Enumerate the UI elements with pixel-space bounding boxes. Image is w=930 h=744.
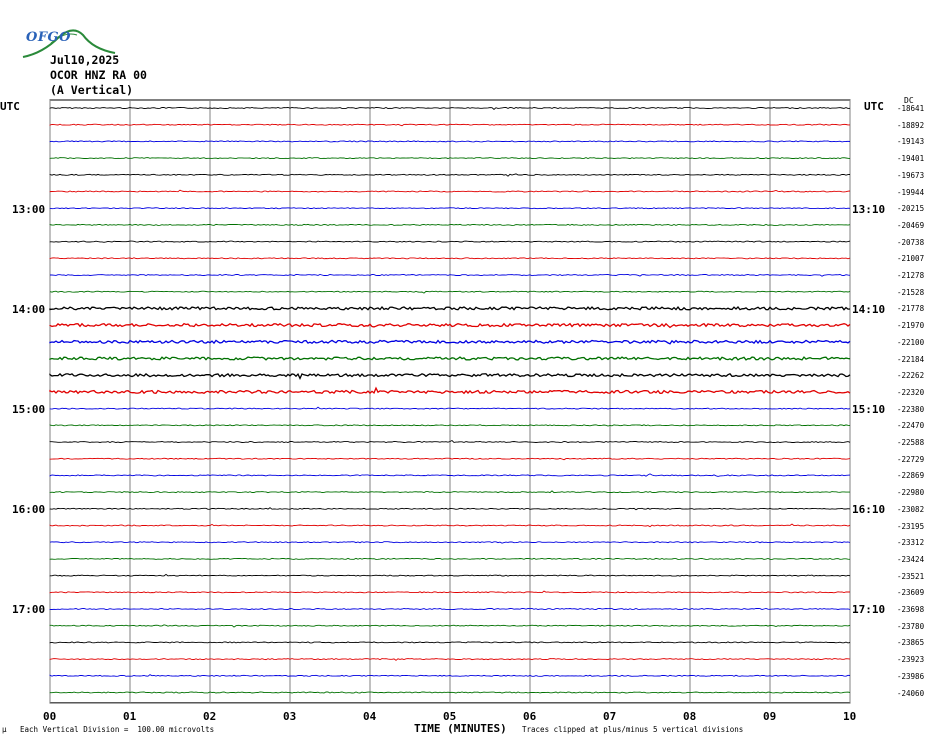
grid <box>49 99 851 704</box>
dc-value-label: -22980 <box>897 488 925 498</box>
microvolt-mark: μ <box>2 725 7 734</box>
dc-value-label: -18892 <box>897 120 925 130</box>
dc-value-label: -21278 <box>897 271 925 280</box>
dc-value-label: -23780 <box>897 621 925 631</box>
trace-line <box>49 691 851 694</box>
x-tick-label: 00 <box>43 710 57 723</box>
x-tick-label: 01 <box>123 710 137 723</box>
dc-value-label: -22869 <box>897 471 925 481</box>
dc-value-label: -22380 <box>897 404 925 414</box>
dc-value-label: -22100 <box>897 337 925 347</box>
dc-value-label: -23424 <box>897 554 925 564</box>
dc-value-label: -23865 <box>897 638 925 648</box>
dc-value-label: -22729 <box>897 454 925 464</box>
x-tick-label: 07 <box>603 710 617 723</box>
dc-value-label: -23986 <box>897 671 925 681</box>
x-tick-label: 08 <box>683 710 697 723</box>
dc-value-label: -23195 <box>897 521 925 531</box>
dc-value-label: -18641 <box>897 104 925 113</box>
dc-value-label: -24060 <box>897 688 925 698</box>
dc-value-label: -19673 <box>897 170 925 180</box>
helicorder-plot <box>49 99 851 704</box>
dc-value-label: -20738 <box>897 237 925 247</box>
dc-value-label: -23923 <box>897 655 925 665</box>
clip-note: Traces clipped at plus/minus 5 vertical … <box>522 725 744 734</box>
dc-value-label: -19401 <box>897 154 925 164</box>
dc-value-label: -21007 <box>897 254 925 264</box>
dc-value-label: -23082 <box>897 504 925 514</box>
dc-value-label: -22588 <box>897 438 925 447</box>
dc-value-label: -22184 <box>897 354 925 364</box>
x-axis-title: TIME (MINUTES) <box>414 722 507 735</box>
dc-value-label: -19143 <box>897 137 925 147</box>
x-tick-label: 03 <box>283 710 297 723</box>
dc-value-label: -22470 <box>897 421 925 431</box>
dc-value-label: -21528 <box>897 287 925 297</box>
x-tick-label: 10 <box>843 710 857 723</box>
dc-value-label: -19944 <box>897 187 925 197</box>
dc-value-label: -23698 <box>897 605 925 614</box>
scale-note: Each Vertical Division = 100.00 microvol… <box>20 725 215 734</box>
dc-value-label: -23609 <box>897 588 925 598</box>
x-tick-label: 02 <box>203 710 217 723</box>
x-tick-label: 09 <box>763 710 777 723</box>
dc-value-label: -23521 <box>897 571 925 581</box>
dc-value-label: -22262 <box>897 371 925 381</box>
dc-value-label: -23312 <box>897 538 925 548</box>
dc-value-label: -20215 <box>897 204 925 214</box>
x-tick-label: 04 <box>363 710 377 723</box>
dc-value-label: -20469 <box>897 220 925 230</box>
dc-value-label: -21778 <box>897 304 925 314</box>
x-tick-label: 06 <box>523 710 537 723</box>
dc-value-label: -22320 <box>897 387 925 397</box>
dc-value-label: -21970 <box>897 321 925 331</box>
